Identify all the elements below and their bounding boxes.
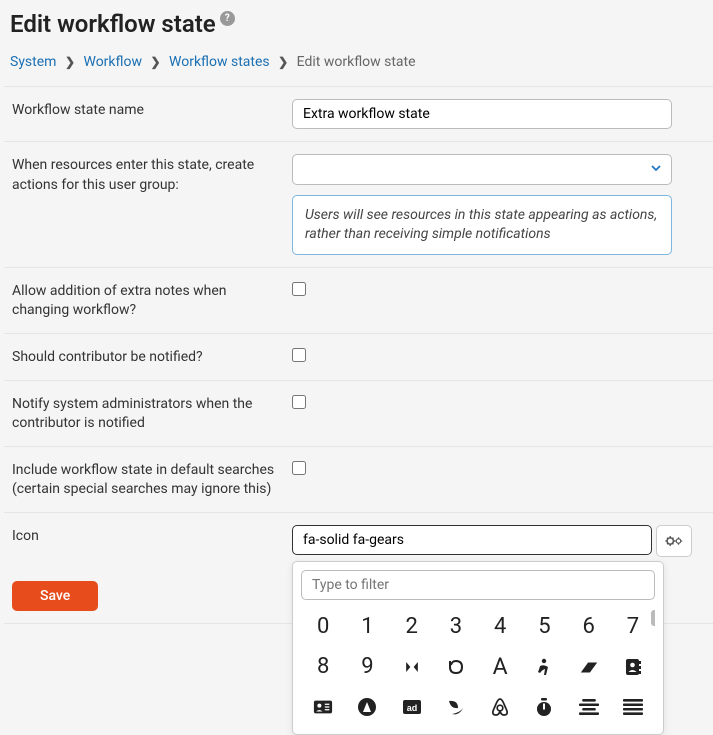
- icon-option-7[interactable]: 7: [611, 608, 655, 646]
- label-notify-contributor: Should contributor be notified?: [12, 346, 292, 368]
- icon-option-9[interactable]: 9: [345, 648, 389, 686]
- user-group-hint: Users will see resources in this state a…: [292, 195, 672, 255]
- save-button[interactable]: Save: [12, 581, 98, 611]
- icon-option-4[interactable]: 4: [478, 608, 522, 646]
- icon-picker-popup: 0 1 2 3 4 5 6 7 8 9: [292, 561, 664, 735]
- icon-option-font[interactable]: A: [478, 648, 522, 686]
- icon-option-1[interactable]: 1: [345, 608, 389, 646]
- icon-option-align-justify[interactable]: [611, 688, 655, 726]
- align-center-icon: [579, 697, 599, 717]
- swoosh-icon: [579, 657, 599, 677]
- align-justify-icon: [623, 697, 643, 717]
- label-include-default: Include workflow state in default search…: [12, 459, 292, 500]
- notify-contributor-checkbox[interactable]: [292, 348, 306, 362]
- breadcrumb-workflow[interactable]: Workflow: [83, 54, 142, 70]
- allow-notes-checkbox[interactable]: [292, 282, 306, 296]
- icon-option-accusoft[interactable]: [567, 648, 611, 686]
- svg-text:ad: ad: [406, 703, 417, 713]
- icon-option-6[interactable]: 6: [567, 608, 611, 646]
- icon-option-ad[interactable]: ad: [390, 688, 434, 726]
- icon-option-align-center[interactable]: [567, 688, 611, 726]
- leaf-swoosh-icon: [446, 697, 466, 717]
- breadcrumb-system[interactable]: System: [10, 54, 56, 70]
- icon-input[interactable]: [292, 525, 652, 555]
- group-icon: [402, 657, 422, 677]
- icon-option-adn[interactable]: [345, 688, 389, 726]
- workflow-state-name-input[interactable]: [292, 99, 672, 129]
- icon-picker-button[interactable]: [656, 525, 692, 557]
- icon-option-2[interactable]: 2: [390, 608, 434, 646]
- label-notify-admins: Notify system administrators when the co…: [12, 393, 292, 434]
- icon-option-stopwatch[interactable]: [522, 688, 566, 726]
- icon-option-address-book[interactable]: [611, 648, 655, 686]
- include-default-checkbox[interactable]: [292, 461, 306, 475]
- gears-icon: [665, 534, 683, 548]
- icon-option-42-group[interactable]: [390, 648, 434, 686]
- chevron-right-icon: ❯: [65, 55, 75, 69]
- address-book-icon: [623, 657, 643, 677]
- chevron-right-icon: ❯: [278, 55, 288, 69]
- wheelchair-motion-icon: [534, 657, 554, 677]
- page-title: Edit workflow state ?: [4, 10, 713, 50]
- icon-option-0[interactable]: 0: [301, 608, 345, 646]
- help-icon[interactable]: ?: [220, 11, 235, 26]
- loop-icon: [446, 657, 466, 677]
- breadcrumb-current: Edit workflow state: [297, 54, 416, 70]
- icon-option-8[interactable]: 8: [301, 648, 345, 686]
- label-allow-notes: Allow addition of extra notes when chang…: [12, 280, 292, 321]
- stopwatch-icon: [534, 697, 554, 717]
- icon-option-accessible[interactable]: [522, 648, 566, 686]
- label-workflow-state-name: Workflow state name: [12, 99, 292, 129]
- label-user-group: When resources enter this state, create …: [12, 154, 292, 255]
- icon-option-airbnb[interactable]: [478, 688, 522, 726]
- icon-option-3[interactable]: 3: [434, 608, 478, 646]
- airbnb-icon: [490, 697, 510, 717]
- label-icon: Icon: [12, 525, 292, 557]
- icon-option-500px[interactable]: [434, 648, 478, 686]
- breadcrumb-workflow-states[interactable]: Workflow states: [169, 54, 270, 70]
- icon-option-affiliatetheme[interactable]: [434, 688, 478, 726]
- notify-admins-checkbox[interactable]: [292, 395, 306, 409]
- adn-icon: [357, 697, 377, 717]
- chevron-right-icon: ❯: [150, 55, 160, 69]
- user-group-select[interactable]: [292, 154, 672, 185]
- address-card-icon: [313, 697, 333, 717]
- breadcrumb: System ❯ Workflow ❯ Workflow states ❯ Ed…: [4, 50, 713, 86]
- icon-option-address-card[interactable]: [301, 688, 345, 726]
- ad-icon: ad: [402, 697, 422, 717]
- icon-filter-input[interactable]: [301, 570, 655, 600]
- scrollbar-thumb[interactable]: [651, 610, 655, 626]
- icon-option-5[interactable]: 5: [522, 608, 566, 646]
